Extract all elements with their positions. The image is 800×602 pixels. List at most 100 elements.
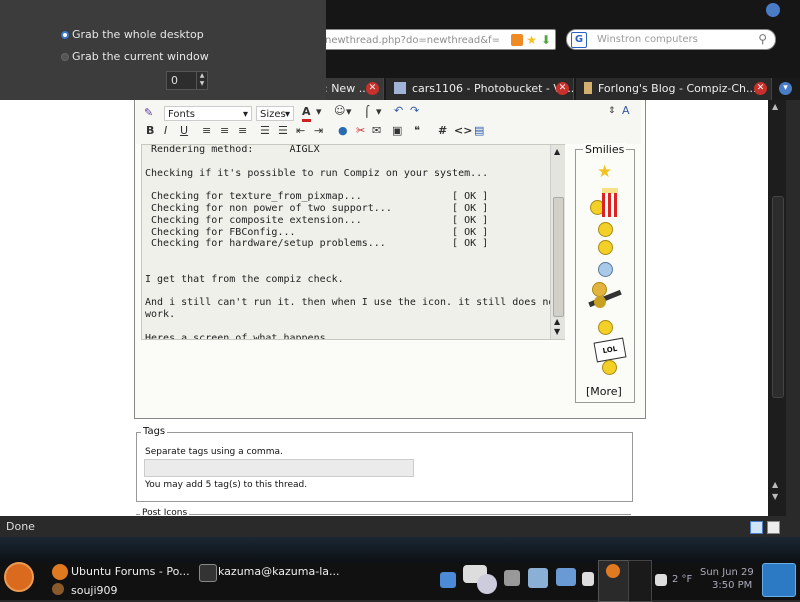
close-icon[interactable]: ✕ [366,82,379,95]
unordered-list-icon[interactable]: ☰ [278,124,288,138]
go-arrow-icon[interactable]: ⬇ [541,32,551,48]
tags-input[interactable] [144,459,414,477]
tab-new-thread[interactable]: : New ... ✕ [316,78,384,100]
confused-icon[interactable] [598,240,613,255]
tab-photobucket[interactable]: cars1106 - Photobucket - Vi... ✕ [386,78,574,100]
textarea-scrollbar[interactable]: ▲ ▲ ▼ [550,145,565,339]
message-line: Checking for composite extension... [ OK… [145,214,489,226]
smiley-icon[interactable]: ☺ [334,104,345,118]
message-line: And i still can't run it. then when I us… [145,297,561,309]
underline-icon[interactable]: U [180,124,188,138]
edit-icon[interactable] [767,521,780,534]
clock-app-icon[interactable] [477,574,497,594]
close-icon[interactable]: ✕ [556,82,569,95]
size-select[interactable]: Sizes ▾ [256,106,294,121]
radio-current-window[interactable] [61,53,69,61]
remove-format-icon[interactable]: ✎ [144,106,153,120]
italic-icon[interactable]: I [164,124,167,138]
popcorn-icon[interactable] [590,186,620,217]
tools-icon[interactable] [504,570,520,586]
network-icon[interactable] [556,568,576,586]
outdent-icon[interactable]: ⇤ [296,124,305,138]
chevron-down-icon[interactable]: ▾ [376,105,382,119]
more-smilies-link[interactable]: [More] [586,385,622,398]
close-icon[interactable]: ✕ [754,82,767,95]
star-icon[interactable]: ★ [597,164,612,181]
align-right-icon[interactable]: ≡ [238,124,247,138]
scroll-down-icon[interactable]: ▼ [772,492,778,501]
quote-icon[interactable]: ❝ [414,124,420,138]
question-icon[interactable] [598,262,613,277]
tab-label: Forlong's Blog - Compiz-Ch... [598,82,757,95]
rss-icon[interactable] [511,34,523,46]
option-current-window-label[interactable]: Grab the current window [72,50,209,63]
task-ubuntu-forums[interactable]: Ubuntu Forums - Po... [71,565,190,578]
photobucket-icon [394,82,406,94]
trash-icon[interactable] [762,563,796,597]
align-center-icon[interactable]: ≡ [220,124,229,138]
font-select[interactable]: Fonts ▾ [164,106,252,121]
settings-icon[interactable] [528,568,548,588]
lol-sign-icon[interactable]: LOL [593,337,627,375]
indent-icon[interactable]: ⇥ [314,124,323,138]
guitar-icon[interactable] [586,280,624,314]
align-left-icon[interactable]: ≡ [202,124,211,138]
scroll-thumb[interactable] [553,197,564,317]
bookmark-star-icon[interactable]: ★ [526,33,537,47]
redo-icon[interactable]: ↷ [410,104,419,118]
app-launcher-icon[interactable] [440,572,456,588]
text-color-icon[interactable]: A [302,105,311,122]
url-text: newthread.php?do=newthread&f= [325,35,500,46]
workspace-2[interactable] [628,560,652,602]
scroll-up-icon[interactable]: ▲ [772,102,778,111]
radio-whole-desktop[interactable] [61,31,69,39]
smile-icon[interactable] [598,222,613,237]
magnifier-icon[interactable]: ⚲ [758,30,767,49]
page-scrollbar[interactable]: ▲ ▲ ▼ [768,100,786,516]
check-icon[interactable] [750,521,763,534]
link-icon[interactable]: ● [338,124,348,138]
unlink-icon[interactable]: ✂ [356,124,365,138]
code-icon[interactable]: # [438,124,447,138]
sad-icon[interactable] [598,320,613,335]
status-text: Done [6,520,35,533]
ordered-list-icon[interactable]: ☰ [260,124,270,138]
scroll-up-icon[interactable]: ▲ [554,317,560,326]
undo-icon[interactable]: ↶ [394,104,403,118]
tab-forlong-blog[interactable]: Forlong's Blog - Compiz-Ch... ✕ [576,78,772,100]
image-icon[interactable]: ▣ [392,124,402,138]
chevron-down-icon[interactable]: ▾ [779,82,792,95]
php-icon[interactable]: ▤ [474,124,484,138]
tab-list-button[interactable]: ▾ [772,78,800,100]
google-icon[interactable]: G [571,32,587,48]
message-textarea[interactable]: Rendering method: AIGLX Checking if it's… [141,144,565,340]
ubuntu-menu-icon[interactable] [4,562,34,592]
chevron-down-icon[interactable]: ▾ [346,105,352,119]
message-line: Rendering method: AIGLX [145,144,320,155]
scroll-up-icon[interactable]: ▲ [554,147,560,156]
chevron-down-icon[interactable]: ▾ [316,105,322,119]
scroll-down-icon[interactable]: ▼ [554,327,560,336]
scroll-thumb[interactable] [772,196,784,398]
option-whole-desktop-label[interactable]: Grab the whole desktop [72,28,204,41]
clock[interactable]: Sun Jun 29 3:50 PM [700,566,754,592]
search-text: Winstron computers [597,34,698,45]
url-bar[interactable]: newthread.php?do=newthread&f= ★ ⬇ [316,29,556,50]
spinner-arrows-icon[interactable]: ▲ ▼ [196,72,207,89]
search-input[interactable]: G Winstron computers ⚲ [566,29,776,50]
signal-icon[interactable] [582,572,594,586]
switch-editor-icon[interactable]: A [622,104,630,118]
delay-spinner[interactable]: 0 ▲ ▼ [166,71,208,90]
task-terminal[interactable]: kazuma@kazuma-la... [218,565,340,578]
email-icon[interactable]: ✉ [372,124,381,138]
scroll-up-icon[interactable]: ▲ [772,480,778,489]
message-line [145,262,560,274]
attachment-icon[interactable]: ⌠ [364,105,370,119]
resize-icon[interactable]: ⇕ [608,104,616,118]
globe-icon[interactable] [766,3,780,17]
bold-icon[interactable]: B [146,124,154,138]
task-souji909[interactable]: souji909 [71,584,118,597]
temperature: 2 °F [672,574,693,585]
message-line: Checking if it's possible to run Compiz … [145,167,489,179]
html-icon[interactable]: <> [454,124,472,138]
